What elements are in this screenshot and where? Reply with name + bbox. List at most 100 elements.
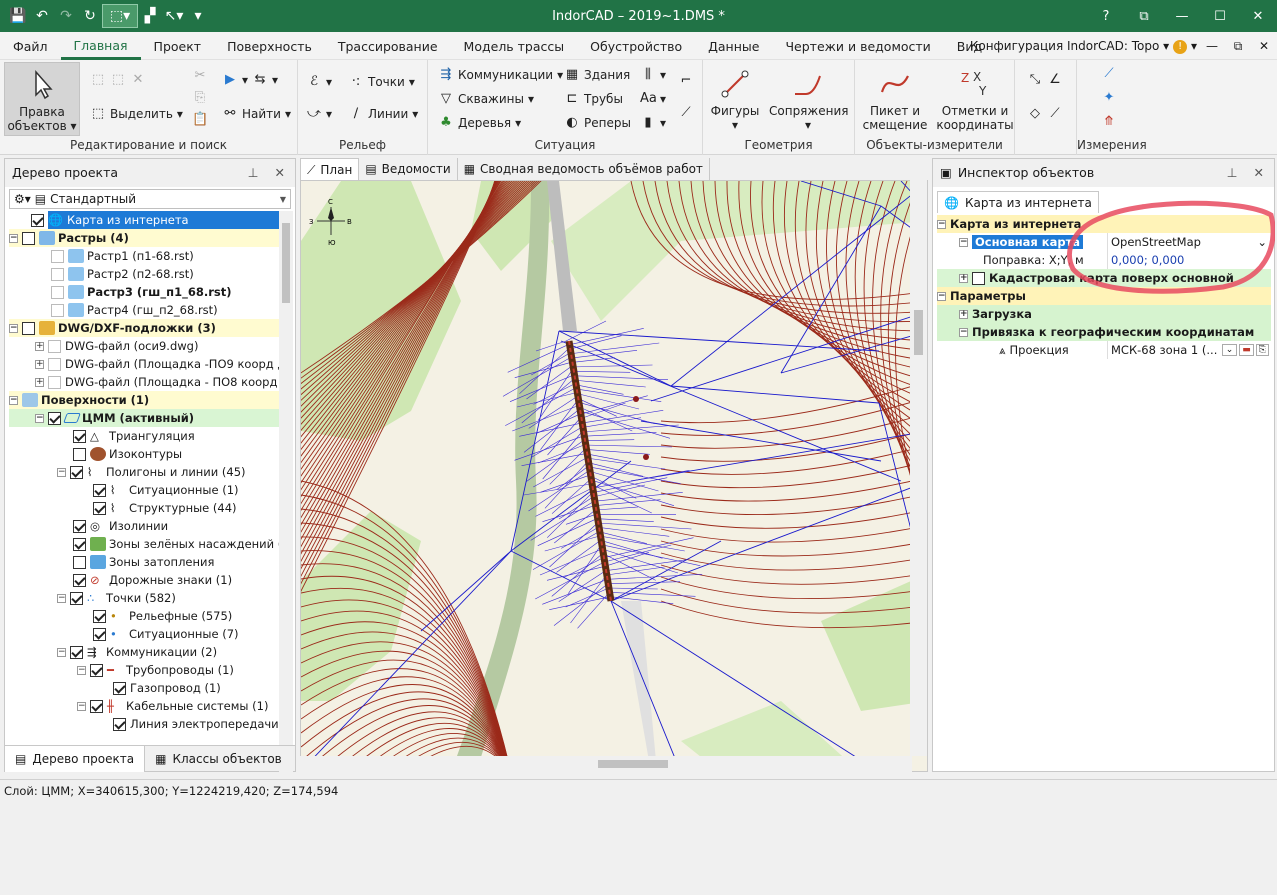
tab-project-tree[interactable]: ▤ Дерево проекта bbox=[5, 746, 146, 772]
tab-route-model[interactable]: Модель трассы bbox=[451, 32, 578, 60]
expand-icon[interactable]: + bbox=[35, 341, 44, 351]
collapse-icon[interactable]: − bbox=[959, 327, 968, 337]
collapse-icon[interactable]: − bbox=[9, 323, 18, 333]
tree-item-flood-zones[interactable]: Зоны затопления bbox=[9, 553, 281, 571]
checkbox[interactable] bbox=[93, 501, 106, 515]
select-button[interactable]: ⬚ Выделить ▾ bbox=[90, 106, 183, 122]
tree-item-isolines[interactable]: ◎ Изолинии bbox=[9, 517, 281, 535]
checkbox[interactable] bbox=[73, 519, 86, 533]
benchmarks-button[interactable]: ◐ Реперы bbox=[564, 115, 631, 131]
map-horizontal-scrollbar[interactable] bbox=[300, 756, 912, 772]
measure-height-icon[interactable]: ⤊ bbox=[1101, 114, 1117, 130]
collapse-icon[interactable]: − bbox=[35, 413, 44, 423]
collapse-icon[interactable]: − bbox=[959, 237, 968, 247]
checkbox[interactable] bbox=[73, 555, 86, 569]
copy-icon[interactable]: ⎘ bbox=[192, 90, 208, 106]
tree-item-points[interactable]: − ∴ Точки (582) bbox=[9, 589, 281, 607]
tab-drawings[interactable]: Чертежи и ведомости bbox=[772, 32, 943, 60]
tab-project[interactable]: Проект bbox=[141, 32, 215, 60]
collapse-icon[interactable]: − bbox=[937, 219, 946, 229]
tree-item-polygons[interactable]: − ⌇ Полигоны и линии (45) bbox=[9, 463, 281, 481]
tab-home[interactable]: Главная bbox=[60, 32, 141, 60]
slope-icon[interactable]: ⟋ bbox=[1047, 106, 1063, 122]
find-button[interactable]: ⚯ Найти ▾ bbox=[222, 106, 291, 122]
checkbox[interactable] bbox=[73, 573, 86, 587]
property-base-map[interactable]: − Основная карта OpenStreetMap ⌄ bbox=[937, 233, 1271, 251]
invert-select-icon[interactable]: ⬚ bbox=[110, 72, 126, 88]
trees-button[interactable]: ♣ Деревья ▾ bbox=[438, 115, 521, 131]
tab-surface[interactable]: Поверхность bbox=[214, 32, 325, 60]
checkbox[interactable] bbox=[93, 483, 106, 497]
checkbox[interactable] bbox=[48, 411, 61, 425]
tree-item-road-signs[interactable]: ⊘ Дорожные знаки (1) bbox=[9, 571, 281, 589]
tree-item-power-line[interactable]: Линия электропередачи (1) bbox=[9, 715, 281, 733]
category-geo-binding[interactable]: − Привязка к географическим координатам bbox=[937, 323, 1271, 341]
category-loading[interactable]: + Загрузка bbox=[937, 305, 1271, 323]
arrange-icon[interactable]: ▞ bbox=[138, 4, 162, 28]
tree-item-isocontours[interactable]: Изоконтуры bbox=[9, 445, 281, 463]
collapse-icon[interactable]: − bbox=[77, 665, 86, 675]
triangulate-icon[interactable]: ⤻ bbox=[306, 106, 322, 122]
expand-icon[interactable]: + bbox=[35, 359, 44, 369]
tree-item-surfaces[interactable]: − Поверхности (1) bbox=[9, 391, 281, 409]
close-button[interactable]: ✕ bbox=[1239, 0, 1277, 32]
checkbox[interactable] bbox=[113, 681, 126, 695]
buildings-button[interactable]: ▦ Здания bbox=[564, 67, 630, 83]
sign-icon[interactable]: ▮ bbox=[640, 115, 656, 131]
measure-line-icon[interactable]: ⟋ bbox=[1101, 66, 1117, 82]
pipes-button[interactable]: ⊏ Трубы bbox=[564, 91, 623, 107]
collapse-icon[interactable]: − bbox=[77, 701, 86, 711]
points-button[interactable]: ·: Точки ▾ bbox=[348, 74, 415, 90]
picket-offset-button[interactable]: Пикет и смещение bbox=[859, 62, 931, 132]
collapse-icon[interactable]: − bbox=[937, 291, 946, 301]
mdi-restore-icon[interactable]: ⧉ bbox=[1225, 32, 1251, 60]
base-map-select[interactable]: OpenStreetMap ⌄ bbox=[1107, 233, 1271, 251]
save-icon[interactable]: 💾 bbox=[6, 4, 30, 28]
redo-icon[interactable]: ↷ bbox=[54, 4, 78, 28]
tree-item-situational-lines[interactable]: ⌇ Ситуационные (1) bbox=[9, 481, 281, 499]
property-projection[interactable]: ⩓ Проекция МСК-68 зона 1 (... ⌄ ▬ ⎘ bbox=[937, 341, 1271, 359]
checkbox[interactable] bbox=[31, 213, 44, 227]
marks-coords-button[interactable]: ZXY Отметки и координаты bbox=[935, 62, 1015, 132]
expand-icon[interactable]: + bbox=[959, 273, 968, 283]
tree-item-green-zones[interactable]: Зоны зелёных насаждений (6) bbox=[9, 535, 281, 553]
tab-arrangement[interactable]: Обустройство bbox=[577, 32, 695, 60]
cut-icon[interactable]: ✂ bbox=[192, 68, 208, 84]
tree-item-structural-lines[interactable]: ⌇ Структурные (44) bbox=[9, 499, 281, 517]
checkbox[interactable] bbox=[51, 285, 64, 299]
checkbox[interactable] bbox=[51, 267, 64, 281]
collapse-icon[interactable]: − bbox=[9, 395, 18, 405]
tab-statements[interactable]: ▤ Ведомости bbox=[359, 158, 458, 180]
pin-icon[interactable]: ⊥ bbox=[1227, 159, 1238, 187]
checkbox[interactable] bbox=[93, 627, 106, 641]
checkbox[interactable] bbox=[90, 663, 103, 677]
angle-icon[interactable]: ∠ bbox=[1047, 72, 1063, 88]
panel-close-icon[interactable]: ✕ bbox=[1254, 159, 1264, 187]
checkbox[interactable] bbox=[22, 321, 35, 335]
ribbon-display-icon[interactable]: ⧉ bbox=[1125, 0, 1163, 32]
edit-objects-button[interactable]: Правка объектов ▾ bbox=[4, 62, 80, 136]
tab-volume-summary[interactable]: ▦ Сводная ведомость объёмов работ bbox=[458, 158, 710, 180]
checkbox[interactable] bbox=[48, 339, 61, 353]
offset-value[interactable]: 0,000; 0,000 bbox=[1107, 251, 1271, 269]
collapse-icon[interactable]: − bbox=[9, 233, 18, 243]
checkbox[interactable] bbox=[70, 465, 83, 479]
tree-item-communications[interactable]: − ⇶ Коммуникации (2) bbox=[9, 643, 281, 661]
tree-item-situation-points[interactable]: • Ситуационные (7) bbox=[9, 625, 281, 643]
mdi-close-icon[interactable]: ✕ bbox=[1251, 32, 1277, 60]
tree-item-raster4[interactable]: Растр4 (гш_п2_68.rst) bbox=[9, 301, 281, 319]
help-icon[interactable]: ? bbox=[1087, 0, 1125, 32]
select-all-icon[interactable]: ⬚ bbox=[90, 72, 106, 88]
tree-item-pipelines[interactable]: − ━ Трубопроводы (1) bbox=[9, 661, 281, 679]
checkbox[interactable] bbox=[73, 447, 86, 461]
tab-object-classes[interactable]: ▦ Классы объектов bbox=[145, 746, 292, 772]
warning-icon[interactable]: ! bbox=[1173, 39, 1188, 54]
tree-filter-select[interactable]: ⚙▾ ▤ Стандартный ▼ bbox=[9, 189, 291, 209]
chevron-down-icon[interactable]: ⌄ bbox=[1221, 344, 1238, 356]
tree-item-dwg1[interactable]: + DWG-файл (оси9.dwg) bbox=[9, 337, 281, 355]
mdi-minimize-icon[interactable]: — bbox=[1199, 32, 1225, 60]
contour-icon[interactable]: ℰ bbox=[306, 74, 322, 90]
checkbox[interactable] bbox=[22, 231, 35, 245]
fence-icon[interactable]: ⫼ bbox=[640, 67, 656, 83]
checkbox[interactable] bbox=[70, 645, 83, 659]
